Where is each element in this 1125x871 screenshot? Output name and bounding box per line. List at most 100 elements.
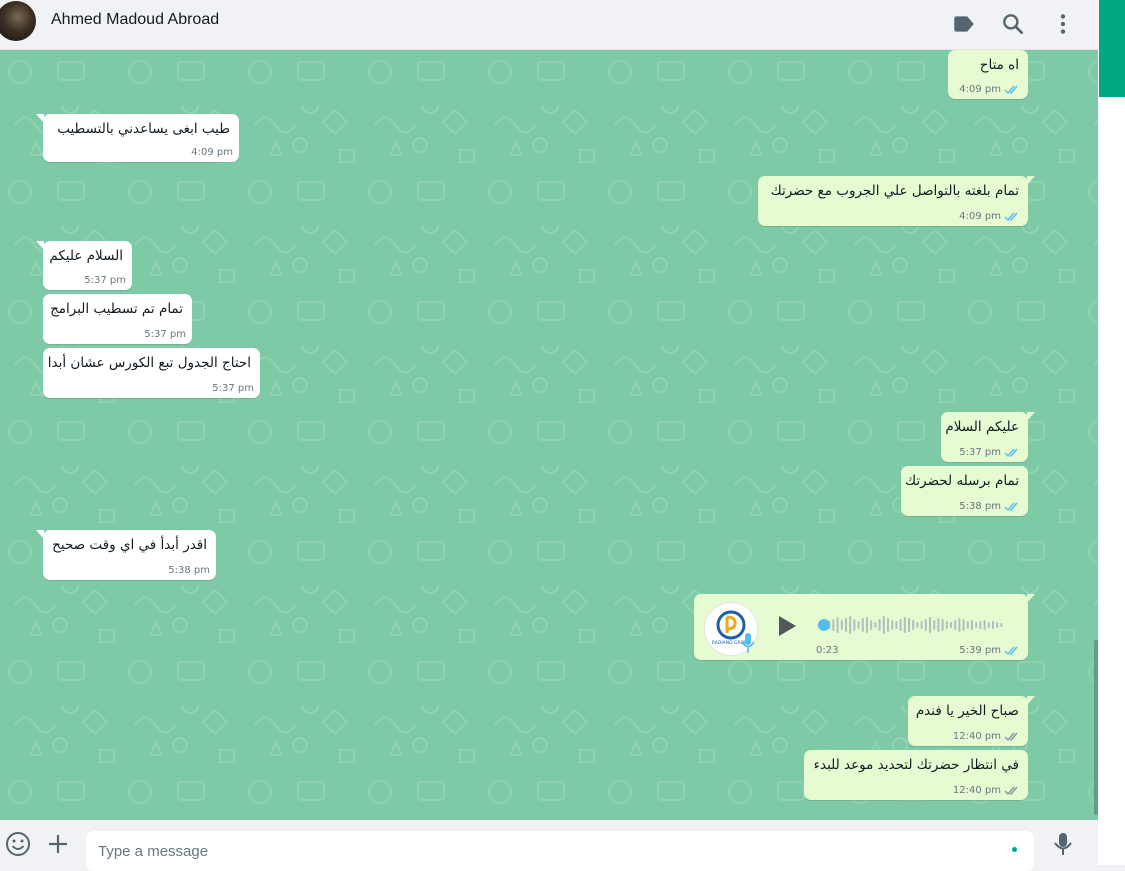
waveform-bar [992,621,994,629]
message-time: 12:40 pm [952,785,1001,796]
message-bubble-incoming[interactable]: تمام تم تسطيب البرامج 5:37 pm [43,294,192,344]
message-meta: 5:37 pm [144,329,186,340]
double-check-read-icon [1004,646,1018,656]
message-bubble-outgoing[interactable]: عليكم السلام 5:37 pm [941,412,1035,462]
waveform-bar [849,616,852,634]
double-check-read-icon [1004,85,1018,95]
waveform-bar [958,618,961,632]
message-input[interactable] [86,831,1034,871]
waveform-bar [899,619,902,631]
message-composer [0,820,1098,871]
message-meta: 4:09 pm [959,211,1020,222]
waveform-bar [941,619,944,631]
message-time: 4:09 pm [191,147,233,158]
double-check-read-icon [1004,448,1018,458]
waveform-bar [924,619,927,631]
message-text: اقدر أبدأ في اي وقت صحيح [52,537,207,553]
message-text: السلام عليكم [49,248,123,264]
double-check-read-icon [1004,502,1018,512]
double-check-delivered-icon [1004,786,1018,796]
message-text: اه متاح [979,57,1019,73]
attach-plus-icon[interactable] [44,830,72,858]
waveform-bar [895,621,898,629]
voice-duration: 0:23 [816,645,839,656]
message-meta: 5:37 pm [84,275,126,286]
search-icon[interactable] [1000,11,1026,37]
waveform-bar [857,621,860,629]
message-text: تمام برسله لحضرتك [905,473,1019,489]
waveform-bar [840,620,843,630]
message-bubble-incoming[interactable]: احتاج الجدول تبع الكورس عشان أبدا 5:37 p… [43,348,260,398]
menu-icon[interactable] [1050,11,1076,37]
message-meta: 5:39 pm [959,645,1020,656]
message-bubble-outgoing[interactable]: اه متاح 4:09 pm [948,50,1028,99]
waveform-bar [845,618,847,632]
waveform-bar [954,620,957,630]
waveform-bar [929,617,931,633]
message-meta: 12:40 pm [953,731,1020,742]
waveform-bar [908,618,910,632]
message-text: تمام تم تسطيب البرامج [50,301,183,317]
message-bubble-outgoing[interactable]: تمام برسله لحضرتك 5:38 pm [901,466,1028,516]
waveform-bar [920,621,923,629]
chat-header: Ahmed Madoud Abroad [0,0,1098,50]
waveform-bar [853,619,856,631]
contact-avatar[interactable] [0,1,36,41]
message-time: 5:37 pm [959,447,1001,458]
waveform-bar [866,617,868,633]
double-check-delivered-icon [1004,732,1018,742]
message-time: 12:40 pm [952,731,1001,742]
message-bubble-outgoing[interactable]: صباح الخير يا فندم 12:40 pm [908,696,1035,746]
waveform-bar [870,620,873,630]
bubble-tail [36,241,44,250]
waveform-bar [903,617,906,633]
waveform-bar [861,618,864,632]
message-text: احتاج الجدول تبع الكورس عشان أبدا [47,355,251,371]
message-meta: 5:38 pm [168,565,210,576]
waveform-bar [971,620,973,630]
waveform-bar [950,622,952,628]
message-bubble-outgoing[interactable]: تمام بلغته بالتواصل علي الجروب مع حضرتك … [758,176,1035,226]
message-bubble-incoming[interactable]: السلام عليكم 5:37 pm [36,241,132,290]
waveform-bar [912,620,915,630]
message-bubble-outgoing[interactable]: في انتظار حضرتك لتحديد موعد للبدء 12:40 … [804,750,1028,800]
input-status-dot [1012,847,1017,852]
play-icon[interactable] [776,614,798,638]
waveform-bar [996,622,999,628]
emoji-icon[interactable] [4,830,32,858]
waveform-bar [891,620,894,630]
waveform-bar [975,622,978,628]
waveform-bar [882,616,885,634]
message-time: 5:37 pm [144,329,186,340]
message-meta: 5:38 pm [959,501,1020,512]
contact-name[interactable]: Ahmed Madoud Abroad [51,11,219,29]
message-text: عليكم السلام [945,419,1019,435]
message-time: 5:37 pm [84,275,126,286]
waveform-bar [979,621,982,629]
message-meta: 5:37 pm [959,447,1020,458]
waveform-bar [832,619,835,631]
message-text: طيب ابغى يساعدني بالتسطيب [57,121,230,137]
bubble-tail [1027,594,1035,603]
message-bubble-incoming[interactable]: اقدر أبدأ في اي وقت صحيح 5:38 pm [36,530,216,580]
chat-panel[interactable]: اه متاح 4:09 pm طيب ابغى يساعدني بالتسطي… [0,50,1098,820]
message-meta: 5:37 pm [212,383,254,394]
waveform-bar [878,619,881,631]
playback-progress-knob[interactable] [818,619,830,631]
voice-waveform[interactable] [818,614,1008,636]
double-check-read-icon [1004,212,1018,222]
bubble-tail [36,530,44,539]
microphone-icon[interactable] [1049,830,1077,858]
voice-message-bubble[interactable]: RADIANG GROUP 0:23 5:39 pm [694,594,1035,660]
window-accent-bar [1099,0,1125,97]
waveform-bar [983,620,986,630]
message-meta: 4:09 pm [959,84,1020,95]
waveform-bar [836,617,839,633]
waveform-bar [937,618,940,632]
message-time: 4:09 pm [959,211,1001,222]
microphone-badge-icon [741,633,755,653]
label-icon[interactable] [951,11,977,37]
window-edge [1098,0,1125,865]
waveform-bar [933,620,936,630]
message-bubble-incoming[interactable]: طيب ابغى يساعدني بالتسطيب 4:09 pm [36,114,239,162]
